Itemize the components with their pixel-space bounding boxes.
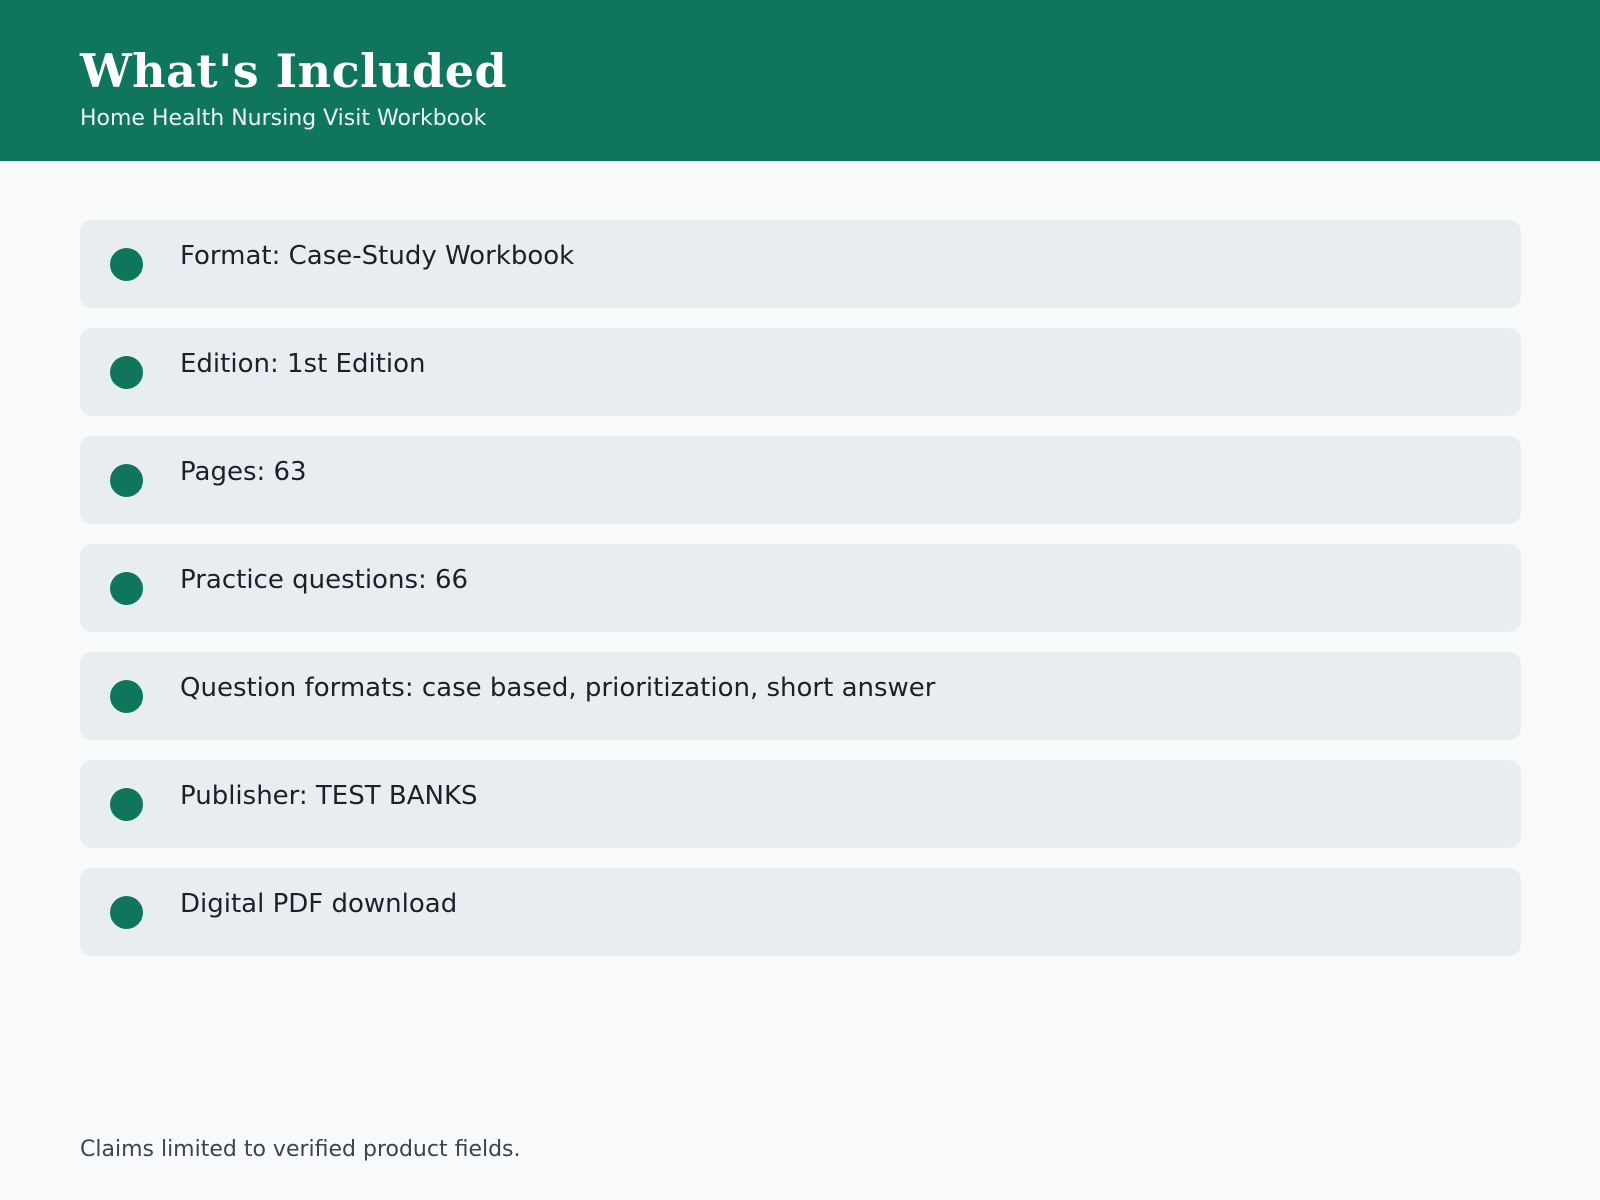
list-item-practice-questions: Practice questions: 66	[80, 544, 1521, 632]
list-item-label: Publisher: TEST BANKS	[180, 781, 478, 811]
list-item-pages: Pages: 63	[80, 436, 1521, 524]
list-item-edition: Edition: 1st Edition	[80, 328, 1521, 416]
page-subtitle: Home Health Nursing Visit Workbook	[80, 106, 487, 131]
bullet-dot-icon	[110, 572, 143, 605]
list-item-label: Digital PDF download	[180, 889, 458, 919]
header-banner: What's Included Home Health Nursing Visi…	[0, 0, 1600, 161]
bullet-dot-icon	[110, 788, 143, 821]
bullet-dot-icon	[110, 680, 143, 713]
list-item-label: Practice questions: 66	[180, 565, 469, 595]
list-item-label: Edition: 1st Edition	[180, 349, 426, 379]
list-item-label: Pages: 63	[180, 457, 307, 487]
bullet-dot-icon	[110, 248, 143, 281]
list-item-question-formats: Question formats: case based, prioritiza…	[80, 652, 1521, 740]
page-title: What's Included	[80, 44, 508, 98]
list-item-label: Format: Case-Study Workbook	[180, 241, 575, 271]
list-item-publisher: Publisher: TEST BANKS	[80, 760, 1521, 848]
bullet-dot-icon	[110, 896, 143, 929]
bullet-dot-icon	[110, 356, 143, 389]
list-item-format: Format: Case-Study Workbook	[80, 220, 1521, 308]
list-item-digital-download: Digital PDF download	[80, 868, 1521, 956]
bullet-dot-icon	[110, 464, 143, 497]
list-item-label: Question formats: case based, prioritiza…	[180, 673, 936, 703]
footnote: Claims limited to verified product field…	[80, 1137, 521, 1162]
included-items-list: Format: Case-Study Workbook Edition: 1st…	[80, 220, 1521, 976]
